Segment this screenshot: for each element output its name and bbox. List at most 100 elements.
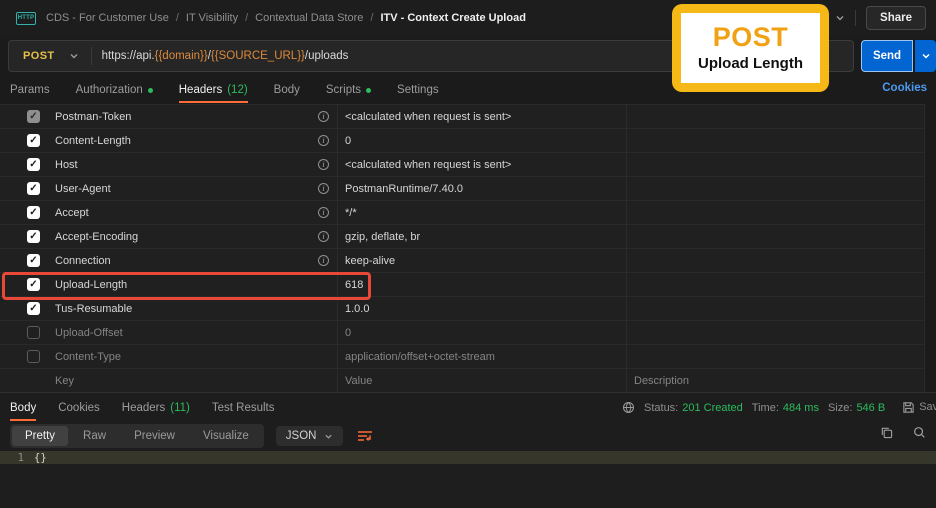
copy-response-icon[interactable] [880, 426, 893, 439]
value-cell[interactable]: */* [338, 207, 627, 219]
key-cell[interactable]: Upload-Length [55, 279, 338, 291]
save-example-label: Save as example [919, 401, 936, 413]
info-icon[interactable]: i [318, 207, 329, 218]
breadcrumb-item[interactable]: ITV - Context Create Upload [380, 12, 525, 24]
value-cell[interactable]: 0 [338, 327, 627, 339]
value-cell[interactable]: 1.0.0 [338, 303, 627, 315]
header-checkbox[interactable]: ✓ [27, 158, 40, 171]
method-selector[interactable]: POST [9, 50, 91, 62]
response-body-line[interactable]: 1 {} [0, 451, 936, 464]
header-row: ✓ Postman-Token i <calculated when request … [0, 105, 924, 129]
headers-table-rows: ✓ Postman-Token i <calculated when request … [0, 105, 924, 393]
info-icon[interactable]: i [318, 159, 329, 170]
tab-label: Body [10, 402, 37, 414]
checkbox-cell: ✓ [0, 206, 55, 219]
breadcrumb-item[interactable]: IT Visibility [186, 12, 238, 24]
header-row: ✓ Host i <calculated when request is sent> [0, 153, 924, 177]
key-cell[interactable]: User-Agent i [55, 183, 338, 195]
time-badge[interactable]: Time: 484 ms [752, 402, 819, 414]
format-dropdown[interactable]: JSON [275, 426, 344, 446]
key-cell[interactable]: Key [55, 375, 338, 387]
tab-label: Headers [121, 402, 166, 414]
value-cell[interactable]: gzip, deflate, br [338, 231, 627, 243]
breadcrumb-item[interactable]: Contextual Data Store [255, 12, 363, 24]
view-tab-raw[interactable]: Raw [70, 426, 119, 446]
response-panel: Body Cookies Headers (11) Test Results Statu… [0, 392, 936, 508]
key-cell[interactable]: Postman-Token i [55, 111, 338, 123]
share-button[interactable]: Share [866, 6, 926, 30]
info-icon[interactable]: i [318, 135, 329, 146]
method-label: POST [23, 50, 55, 62]
header-checkbox[interactable]: ✓ [27, 110, 40, 123]
tab-body[interactable]: Body [274, 78, 300, 102]
network-globe-icon[interactable] [622, 401, 635, 414]
header-row: ✓ Tus-Resumable 1.0.0 [0, 297, 924, 321]
save-as-example-button[interactable]: Save as example [902, 401, 936, 414]
header-checkbox[interactable]: ✓ [27, 230, 40, 243]
cookies-link[interactable]: Cookies [882, 82, 927, 94]
header-key: Accept [55, 206, 89, 219]
value-cell[interactable]: <calculated when request is sent> [338, 111, 627, 123]
key-cell[interactable]: Host i [55, 159, 338, 171]
value-cell[interactable]: 618 [338, 279, 627, 291]
tab-label: Scripts [325, 84, 362, 96]
save-menu-chevron-icon[interactable] [835, 13, 845, 23]
header-checkbox[interactable]: ✓ [27, 206, 40, 219]
header-checkbox[interactable]: ✓ [27, 302, 40, 315]
breadcrumb-item[interactable]: CDS - For Customer Use [46, 12, 169, 24]
value-cell[interactable]: keep-alive [338, 255, 627, 267]
value-cell[interactable]: <calculated when request is sent> [338, 159, 627, 171]
header-row: Upload-Offset 0 [0, 321, 924, 345]
key-cell[interactable]: Tus-Resumable [55, 303, 338, 315]
response-body-editor[interactable]: 1 {} [0, 451, 936, 508]
header-checkbox[interactable] [27, 326, 40, 339]
header-checkbox[interactable]: ✓ [27, 182, 40, 195]
value-cell[interactable]: application/offset+octet-stream [338, 351, 627, 363]
key-cell[interactable]: Upload-Offset [55, 327, 338, 339]
key-cell[interactable]: Accept-Encoding i [55, 231, 338, 243]
url-input[interactable]: https://api.{{domain}}/{{SOURCE_URL}}/up… [102, 50, 349, 62]
header-checkbox[interactable]: ✓ [27, 254, 40, 267]
time-value: 484 ms [782, 401, 819, 414]
response-tab-body[interactable]: Body [10, 396, 37, 421]
view-tab-visualize[interactable]: Visualize [190, 426, 262, 446]
callout-inner: POST Upload Length [681, 13, 820, 83]
key-cell[interactable]: Accept i [55, 207, 338, 219]
view-tab-pretty[interactable]: Pretty [12, 426, 69, 446]
view-tab-preview[interactable]: Preview [121, 426, 188, 446]
response-tab-cookies[interactable]: Cookies [58, 396, 100, 420]
wrap-lines-toggle-icon[interactable] [357, 429, 373, 443]
response-tab-test-results[interactable]: Test Results [212, 396, 275, 420]
header-checkbox[interactable]: ✓ [27, 134, 40, 147]
header-checkbox[interactable]: ✓ [27, 278, 40, 291]
info-icon[interactable]: i [318, 255, 329, 266]
header-checkbox[interactable] [27, 350, 40, 363]
key-cell[interactable]: Content-Type [55, 351, 338, 363]
search-response-icon[interactable] [913, 426, 926, 439]
tab-params[interactable]: Params [10, 78, 50, 102]
key-cell[interactable]: Connection i [55, 255, 338, 267]
tab-status-dot-icon [147, 87, 153, 93]
url-variable: {{SOURCE_URL}} [210, 50, 305, 62]
info-icon[interactable]: i [318, 183, 329, 194]
tab-headers[interactable]: Headers (12) [178, 78, 248, 103]
status-badge[interactable]: Status: 201 Created [644, 402, 743, 414]
column-divider [626, 105, 627, 392]
send-button[interactable]: Send [861, 40, 913, 72]
time-label: Time: [751, 401, 779, 414]
value-cell[interactable]: Value [338, 375, 627, 387]
description-cell[interactable]: Description [627, 375, 924, 387]
tab-authorization[interactable]: Authorization [76, 78, 153, 102]
size-badge[interactable]: Size: 546 B [828, 402, 885, 414]
key-cell[interactable]: Content-Length i [55, 135, 338, 147]
postman-app-window: HTTP CDS - For Customer Use / IT Visibilit… [0, 0, 936, 508]
response-tab-headers[interactable]: Headers (11) [122, 396, 190, 420]
send-options-chevron-icon[interactable] [915, 40, 936, 72]
header-row: ✓ Accept-Encoding i gzip, deflate, br [0, 225, 924, 249]
info-icon[interactable]: i [318, 111, 329, 122]
value-cell[interactable]: 0 [338, 135, 627, 147]
tab-settings[interactable]: Settings [397, 78, 439, 102]
tab-scripts[interactable]: Scripts [325, 78, 372, 102]
value-cell[interactable]: PostmanRuntime/7.40.0 [338, 183, 627, 195]
info-icon[interactable]: i [318, 231, 329, 242]
